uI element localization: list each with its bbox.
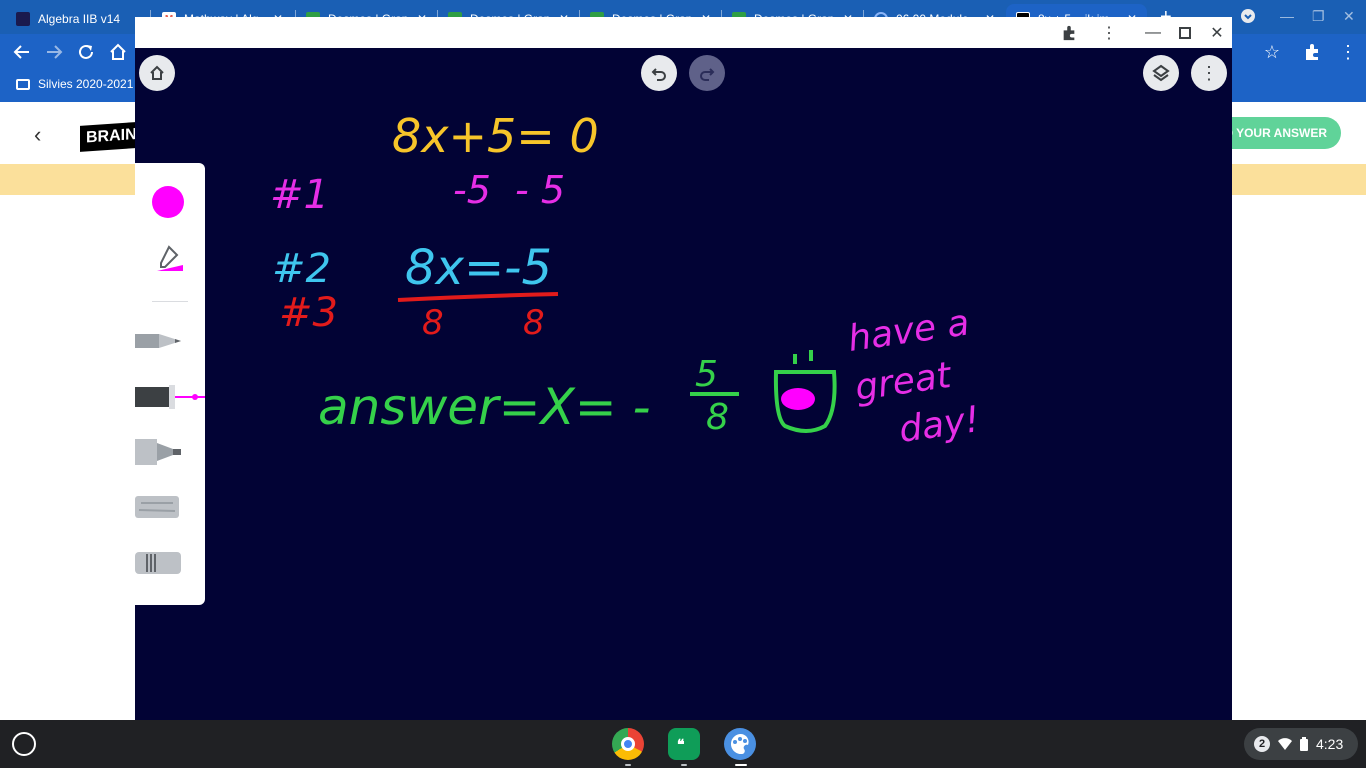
tab-search-icon[interactable] [1240,8,1256,27]
home-icon[interactable] [106,40,130,64]
undo-button[interactable] [641,55,677,91]
drawing-app-window: ⋮ — ✕ 8x+5= 0 -5 - 5 #1 #2 #3 8x=-5 8 8 [135,17,1232,720]
browser-minimize-icon[interactable]: — [1280,8,1294,24]
marker-tool[interactable] [135,437,185,472]
tab-algebra[interactable]: Algebra IIB v14 [6,4,147,34]
tab-title: Algebra IIB v14 [38,12,121,26]
app-running-indicator [625,764,631,766]
app-close-icon[interactable]: ✕ [1205,21,1229,45]
answer-text: answer=X= - [318,378,651,436]
battery-icon [1300,737,1308,751]
handwriting-layer: 8x+5= 0 -5 - 5 #1 #2 #3 8x=-5 8 8 answer… [270,109,983,451]
pencil-edit-icon [157,245,183,271]
app-maximize-icon[interactable] [1173,21,1197,45]
bookmark-label: Silvies 2020-2021 [38,77,134,91]
extensions-icon[interactable] [1300,40,1324,64]
back-arrow-icon[interactable] [10,40,34,64]
wifi-icon [1278,738,1292,750]
color-picker-button[interactable] [152,186,184,218]
chalk-tool-icon [135,496,179,518]
browser-close-icon[interactable]: ✕ [1343,8,1355,25]
answer-denominator: 8 [706,397,729,438]
forward-arrow-icon[interactable] [42,40,66,64]
eraser-tool[interactable] [135,549,185,582]
app-extension-icon[interactable] [1057,21,1081,45]
greeting-line1: have a [846,302,972,360]
pencil-tool-icon [135,334,181,348]
os-shelf: ❝ 2 4:23 [0,720,1366,768]
launcher-icon[interactable] [12,732,36,756]
stroke-size-button[interactable] [153,243,187,273]
tools-panel [135,163,205,605]
smiley-face [773,350,837,433]
equation-line2: 8x=-5 [405,240,552,296]
equation-line1: 8x+5= 0 [392,109,599,163]
app-active-indicator [735,764,747,766]
folder-icon [16,78,30,90]
notification-count: 2 [1254,736,1270,752]
greeting-line3: day! [897,399,983,451]
step-label-2: #2 [272,246,331,292]
bookmark-folder[interactable]: Silvies 2020-2021 [16,77,133,91]
eraser-tool-icon [135,552,181,574]
pen-tool-icon [135,385,205,409]
browser-restore-icon[interactable]: ❐ [1312,8,1325,25]
clock-time: 4:23 [1316,736,1344,752]
subtract-step: -5 - 5 [453,168,565,212]
redo-button[interactable] [689,55,725,91]
canvas-app-icon[interactable] [724,728,756,760]
brand-logo[interactable]: BRAIN [80,122,135,152]
app-minimize-icon[interactable]: — [1141,21,1165,45]
pen-tool-selected[interactable] [135,383,205,418]
divisor-left: 8 [422,303,444,343]
divisor-right: 8 [523,303,545,343]
add-answer-button[interactable]: D YOUR ANSWER [1215,117,1341,149]
app-titlebar: ⋮ — ✕ [135,17,1232,48]
system-tray[interactable]: 2 4:23 [1244,728,1358,760]
app-running-indicator [681,764,687,766]
tab-favicon-icon [16,12,30,26]
step-label-3: #3 [279,290,338,336]
page-back-icon[interactable]: ‹ [34,122,41,148]
answer-numerator: 5 [695,354,718,395]
greeting-line2: great [853,355,956,409]
panel-divider [152,301,188,302]
app-menu-icon[interactable]: ⋮ [1097,21,1121,45]
more-options-button[interactable]: ⋮ [1191,55,1227,91]
chalk-tool[interactable] [135,493,185,526]
step-label-1: #1 [270,172,329,218]
bookmark-star-icon[interactable]: ☆ [1260,40,1284,64]
chrome-app-icon[interactable] [612,728,644,760]
home-button[interactable] [139,55,175,91]
layers-button[interactable] [1143,55,1179,91]
reload-icon[interactable] [74,40,98,64]
pencil-tool[interactable] [135,329,185,358]
marker-tool-icon [135,439,181,465]
browser-menu-icon[interactable]: ⋮ [1336,40,1360,64]
drawing-canvas[interactable]: 8x+5= 0 -5 - 5 #1 #2 #3 8x=-5 8 8 answer… [135,48,1232,720]
hangouts-app-icon[interactable]: ❝ [668,728,700,760]
